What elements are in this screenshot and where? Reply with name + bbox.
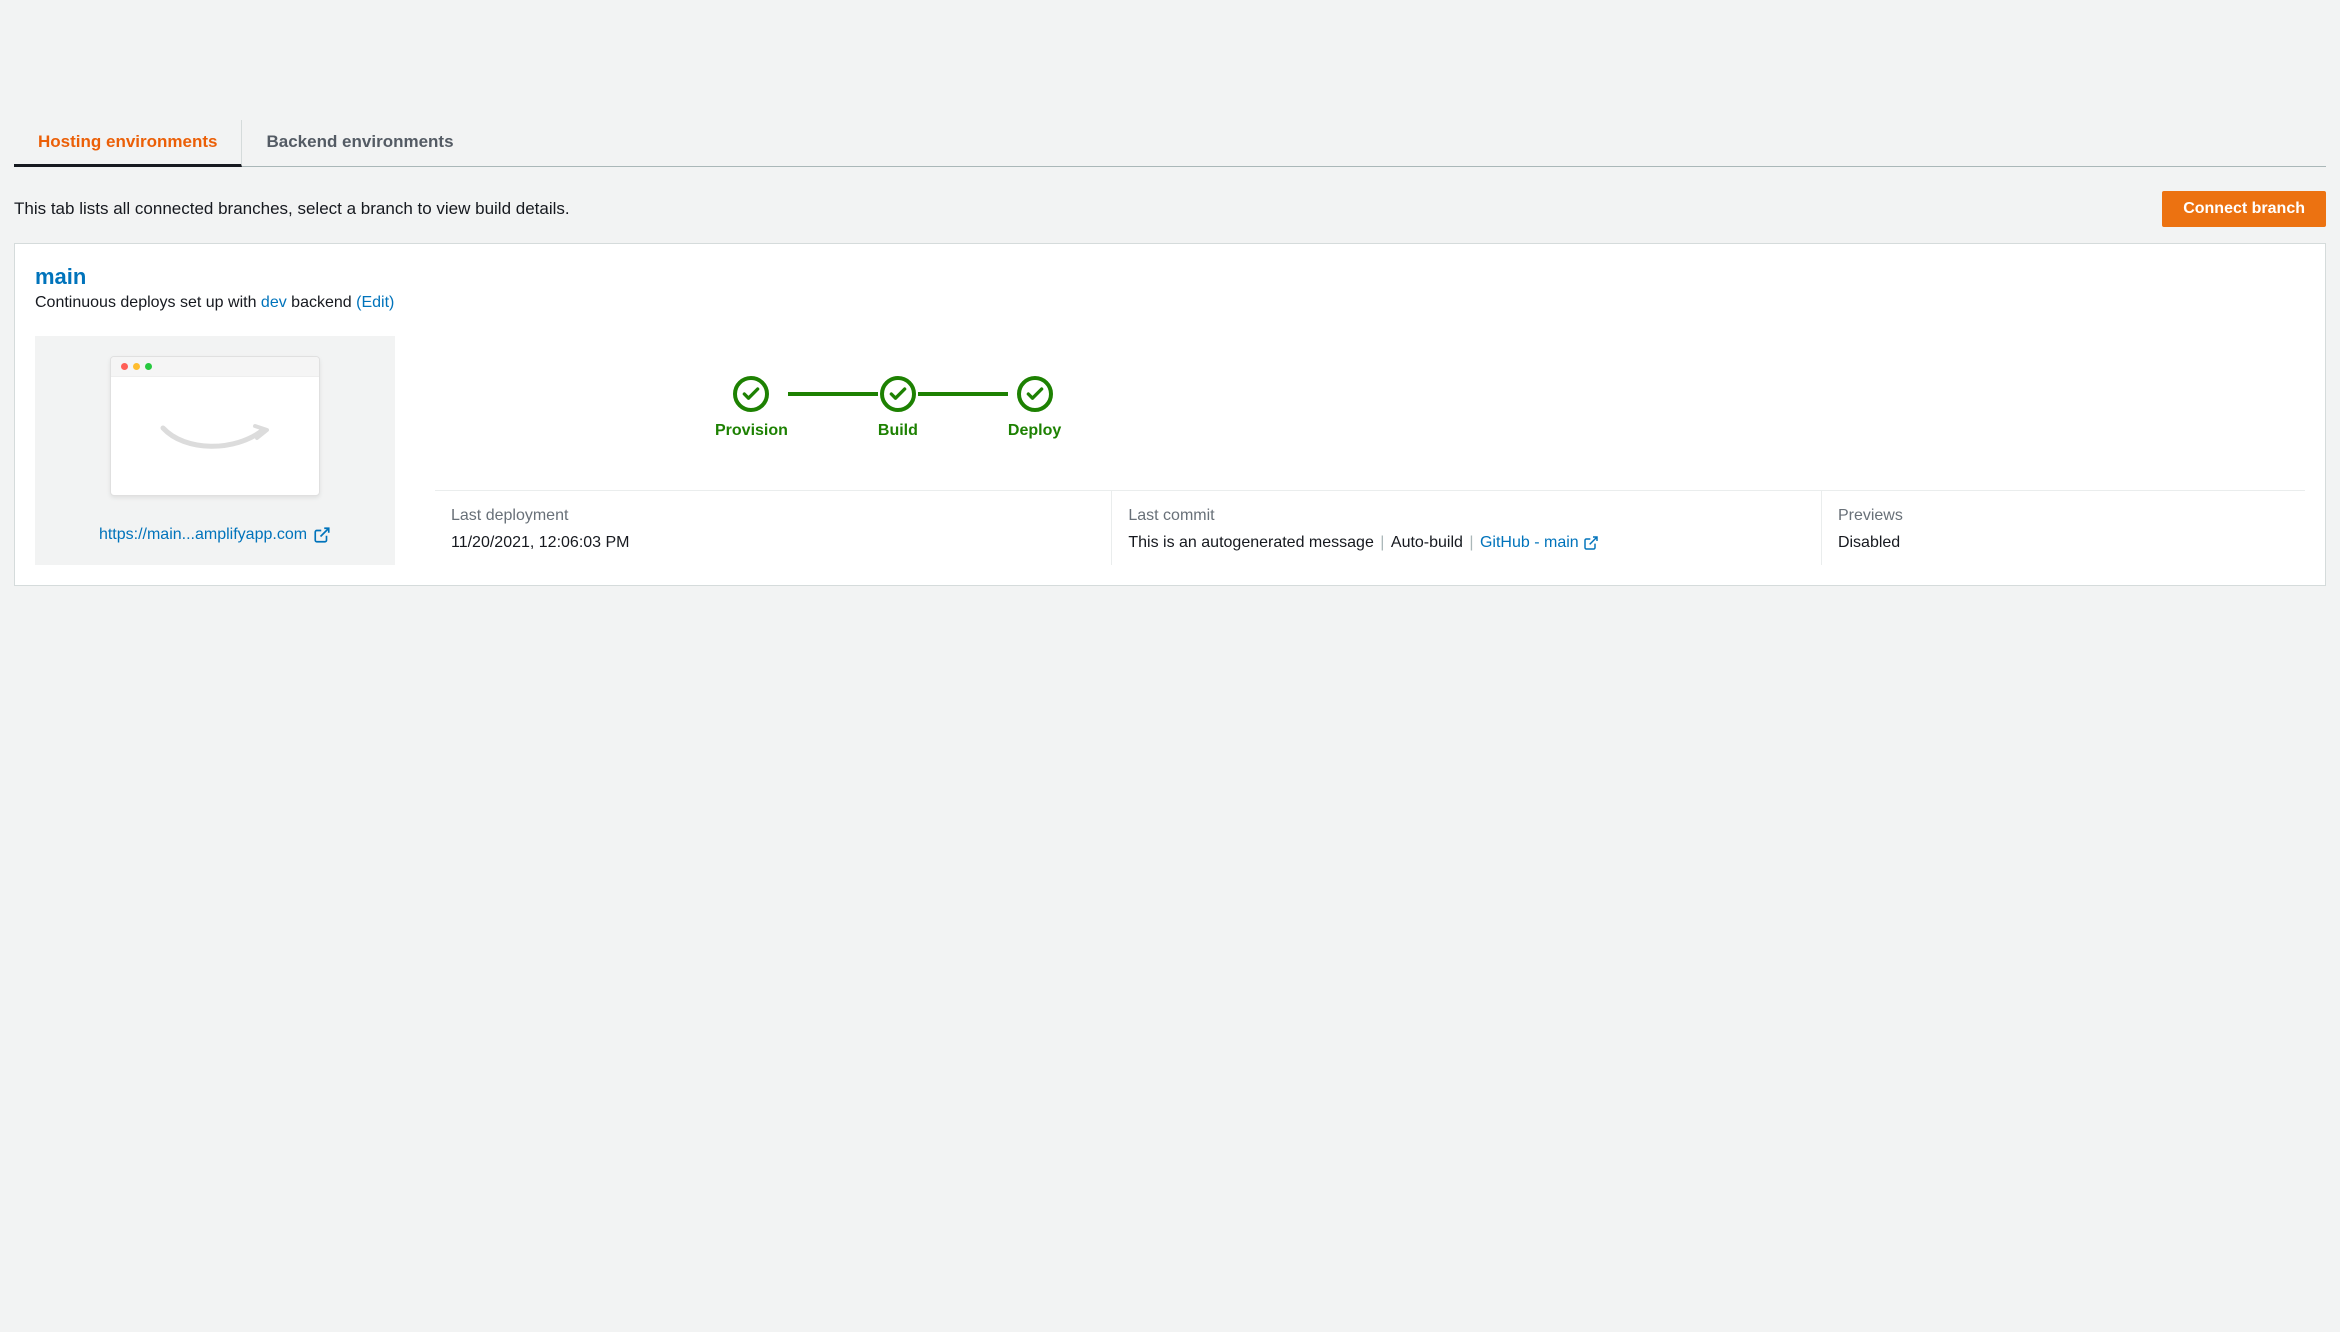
edit-backend-link[interactable]: (Edit) — [356, 294, 394, 311]
tabs-bar: Hosting environments Backend environment… — [14, 120, 2326, 167]
tab-description: This tab lists all connected branches, s… — [14, 199, 570, 219]
pipeline-connector — [788, 392, 878, 396]
pipeline-step-build[interactable]: Build — [878, 376, 918, 440]
preview-card: https://main...amplifyapp.com — [35, 336, 395, 565]
external-link-icon[interactable] — [1583, 535, 1599, 551]
branch-subtext: Continuous deploys set up with dev backe… — [35, 294, 2305, 312]
check-icon — [888, 384, 908, 404]
pipeline-step-provision[interactable]: Provision — [715, 376, 788, 440]
detail-last-deployment: Last deployment 11/20/2021, 12:06:03 PM — [435, 491, 1112, 565]
pipeline-connector — [918, 392, 1008, 396]
amazon-smile-icon — [155, 416, 275, 456]
commit-source-link[interactable]: GitHub - main — [1480, 534, 1579, 551]
external-link-icon[interactable] — [313, 526, 331, 544]
window-dot-green-icon — [145, 363, 152, 370]
detail-last-commit: Last commit This is an autogenerated mes… — [1112, 491, 1822, 565]
preview-thumbnail[interactable] — [110, 356, 320, 496]
branch-panel: main Continuous deploys set up with dev … — [14, 243, 2326, 586]
window-dot-yellow-icon — [133, 363, 140, 370]
details-row: Last deployment 11/20/2021, 12:06:03 PM … — [435, 490, 2305, 565]
branch-name-link[interactable]: main — [35, 264, 86, 290]
backend-name-link[interactable]: dev — [261, 294, 287, 311]
preview-url-link[interactable]: https://main...amplifyapp.com — [99, 526, 307, 544]
detail-previews: Previews Disabled — [1822, 491, 2305, 565]
connect-branch-button[interactable]: Connect branch — [2162, 191, 2326, 227]
pipeline-step-deploy[interactable]: Deploy — [1008, 376, 1061, 440]
check-icon — [1025, 384, 1045, 404]
tab-backend-environments[interactable]: Backend environments — [242, 120, 477, 166]
tab-hosting-environments[interactable]: Hosting environments — [14, 120, 242, 167]
window-dot-red-icon — [121, 363, 128, 370]
pipeline: Provision Build — [435, 336, 2305, 490]
check-icon — [741, 384, 761, 404]
